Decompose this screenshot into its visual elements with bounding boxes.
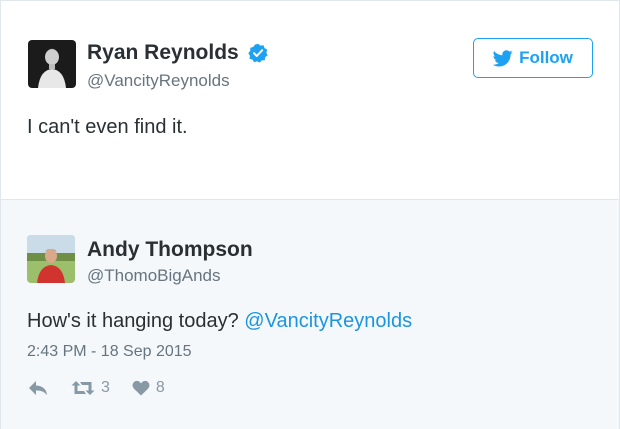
like-action[interactable]: 8 [132, 379, 165, 397]
ryan-reynolds-avatar[interactable] [28, 40, 76, 88]
tweet-card: Ryan Reynolds @VancityReynolds Follow I … [0, 0, 620, 429]
retweet-action[interactable]: 3 [71, 379, 110, 397]
follow-button[interactable]: Follow [473, 38, 593, 78]
like-count: 8 [155, 379, 165, 396]
reply-tweet: Ryan Reynolds @VancityReynolds Follow I … [1, 1, 619, 199]
main-text: How's it hanging today? @VancityReynolds [27, 310, 412, 333]
tweet-actions: 3 8 [27, 376, 187, 400]
follow-label: Follow [519, 48, 573, 67]
main-handle[interactable]: @ThomoBigAnds [87, 266, 221, 286]
twitter-bird-icon [493, 49, 513, 67]
reply-action[interactable] [27, 379, 49, 397]
heart-icon [132, 380, 150, 396]
reply-icon [27, 379, 49, 397]
retweet-icon [71, 379, 95, 397]
main-text-body: How's it hanging today? [27, 310, 245, 332]
reply-text: I can't even find it. [27, 116, 188, 138]
verified-badge-icon [248, 43, 268, 63]
reply-handle[interactable]: @VancityReynolds [87, 71, 230, 91]
retweet-count: 3 [101, 379, 110, 396]
andy-thompson-avatar[interactable] [27, 235, 75, 283]
tweet-timestamp[interactable]: 2:43 PM - 18 Sep 2015 [27, 343, 192, 361]
mention-link[interactable]: @VancityReynolds [244, 310, 412, 332]
reply-display-name[interactable]: Ryan Reynolds [87, 41, 239, 65]
main-display-name[interactable]: Andy Thompson [87, 238, 253, 262]
